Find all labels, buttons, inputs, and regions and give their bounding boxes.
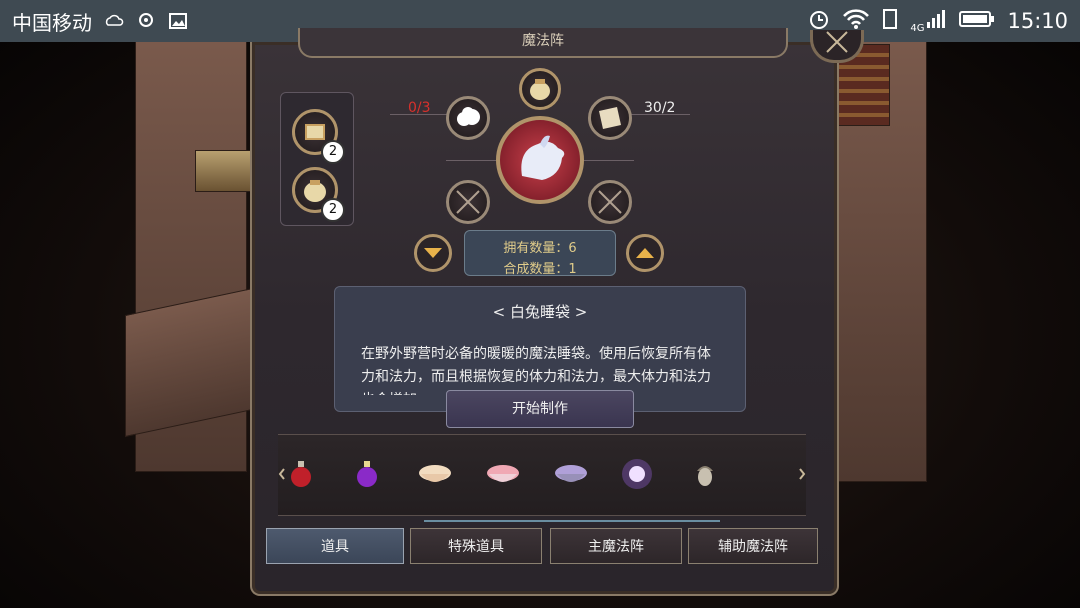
carrier-name: 中国移动 [12, 10, 92, 35]
material-slot-right[interactable] [588, 96, 632, 140]
tab-support-magic-circle[interactable]: 辅助魔法阵 [688, 528, 818, 564]
cloud-icon [104, 13, 124, 29]
purple-potion-icon [357, 461, 377, 487]
item-red-potion[interactable] [284, 457, 318, 491]
panel-title: 魔法阵 [522, 33, 564, 49]
ingredient-slot-book[interactable]: 2 [292, 109, 345, 164]
empty-x-icon [598, 190, 622, 214]
scroll-right-icon[interactable] [798, 467, 806, 481]
red-potion-icon [291, 461, 311, 487]
item-purple-bowl[interactable] [554, 457, 588, 491]
connector-line [578, 160, 634, 161]
empty-slot-right[interactable] [588, 180, 632, 224]
background-shelf-left [195, 150, 257, 192]
close-icon [826, 31, 848, 53]
material-count-right: 30/2 [644, 100, 676, 116]
purple-bowl-icon [555, 465, 587, 482]
signal-icon [925, 8, 947, 34]
acorn-icon [697, 466, 713, 486]
ingredient-slot-pouch[interactable]: 2 [292, 167, 345, 222]
cotton-icon [457, 107, 480, 126]
tab-items[interactable]: 道具 [266, 528, 404, 564]
item-cream-bowl[interactable] [418, 457, 452, 491]
network-type: 4G [910, 23, 925, 34]
quantity-info: 拥有数量：6 合成数量：1 [464, 230, 616, 277]
paper-icon [599, 107, 621, 129]
empty-x-icon [456, 190, 480, 214]
pouch-icon [530, 79, 550, 100]
sim-icon [882, 8, 898, 34]
cream-bowl-icon [419, 465, 451, 482]
item-selection-strip [278, 434, 806, 516]
chevron-down-icon [424, 248, 442, 258]
item-name: < 白兔睡袋 > [492, 303, 588, 321]
location-icon [136, 12, 156, 30]
strip-scrollbar[interactable] [424, 520, 720, 522]
pink-bowl-icon [487, 465, 519, 482]
craft-count: 合成数量：1 [503, 262, 577, 277]
ingredient-list: 2 2 [280, 92, 354, 226]
image-icon [168, 12, 188, 30]
item-pink-bowl[interactable] [486, 457, 520, 491]
result-slot[interactable] [496, 116, 584, 204]
ingredient-count: 2 [321, 198, 345, 222]
clock-time: 15:10 [1007, 9, 1068, 33]
rabbit-sleeping-bag-icon [521, 135, 565, 180]
material-slot-top[interactable] [519, 68, 561, 110]
item-acorn[interactable] [688, 457, 722, 491]
tab-special-items[interactable]: 特殊道具 [410, 528, 542, 564]
increase-button[interactable] [626, 234, 664, 272]
item-description: 在野外野营时必备的暖暖的魔法睡袋。使用后恢复所有体力和法力，而且根据恢复的体力和… [361, 346, 711, 395]
item-glowing-orb[interactable] [620, 457, 654, 491]
ingredient-count: 2 [321, 140, 345, 164]
chevron-up-icon [636, 248, 654, 258]
glowing-orb-icon [622, 459, 652, 489]
material-count-left: 0/3 [408, 100, 431, 116]
tab-main-magic-circle[interactable]: 主魔法阵 [550, 528, 682, 564]
panel-title-bar: 魔法阵 [298, 28, 788, 58]
decrease-button[interactable] [414, 234, 452, 272]
battery-icon [959, 9, 995, 33]
item-purple-potion[interactable] [350, 457, 384, 491]
material-slot-left[interactable] [446, 96, 490, 140]
start-crafting-button[interactable]: 开始制作 [446, 390, 634, 428]
empty-slot-left[interactable] [446, 180, 490, 224]
owned-count: 拥有数量：6 [503, 241, 577, 256]
